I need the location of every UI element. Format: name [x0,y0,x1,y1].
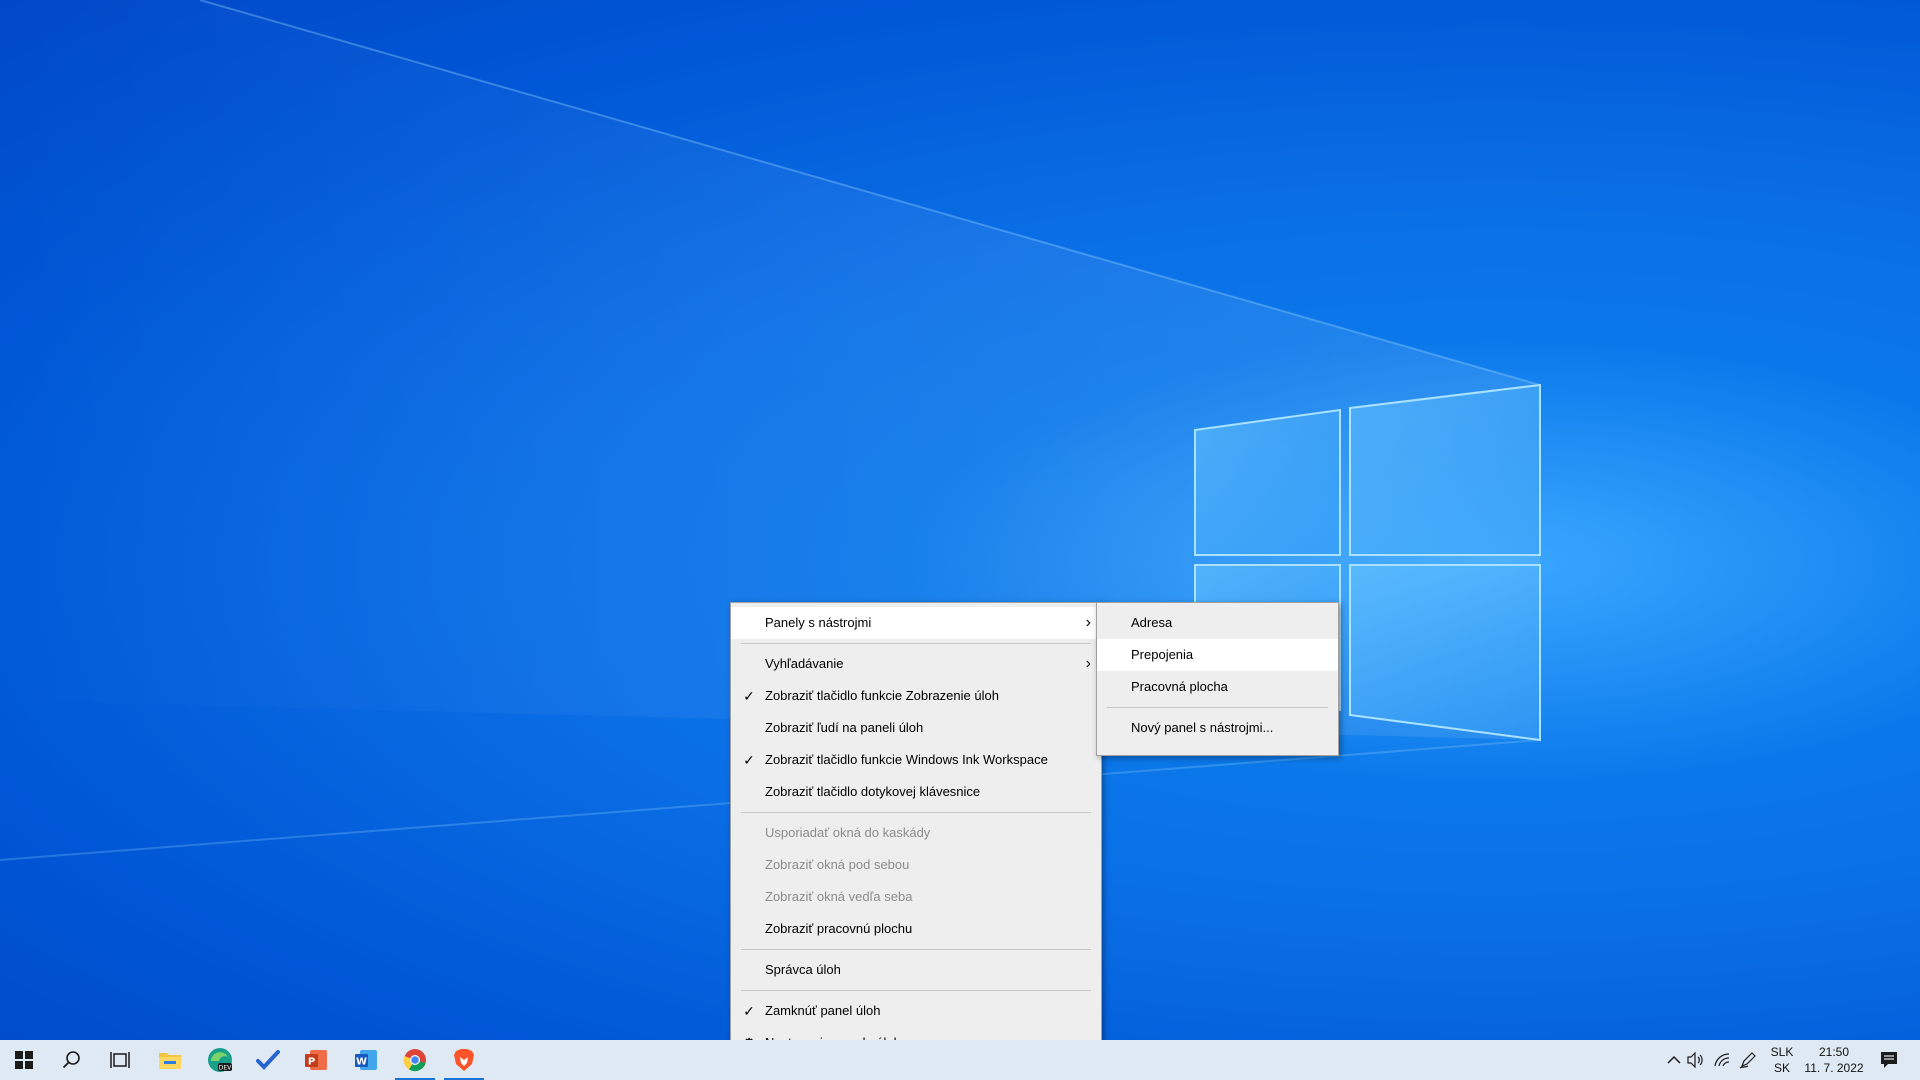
menu-item-stack-windows: Zobraziť okná pod sebou [731,849,1101,881]
checkmark-icon: ✓ [743,1003,755,1019]
volume-icon[interactable] [1684,1040,1708,1080]
taskbar-context-menu: Panely s nástrojmi › Vyhľadávanie › ✓ Zo… [730,602,1102,1070]
action-center-icon[interactable] [1874,1040,1904,1080]
input-language-indicator[interactable]: SLK SK [1766,1044,1798,1076]
edge-dev-icon[interactable]: DEV [196,1040,244,1080]
brave-icon[interactable] [440,1040,488,1080]
menu-item-task-manager[interactable]: Správca úloh [731,954,1101,986]
taskbar: DEV P W SLK SK 21:50 11. 7. 2022 [0,1040,1920,1080]
chevron-right-icon: › [1085,655,1091,672]
svg-text:DEV: DEV [219,1065,232,1072]
menu-item-search[interactable]: Vyhľadávanie › [731,648,1101,680]
menu-item-cascade-windows: Usporiadať okná do kaskády [731,817,1101,849]
menu-separator [1107,707,1328,708]
clock-date: 11. 7. 2022 [1804,1061,1864,1075]
submenu-item-new-toolbar[interactable]: Nový panel s nástrojmi... [1097,712,1338,744]
menu-item-label: Adresa [1131,615,1173,630]
menu-item-label: Zobraziť okná pod sebou [765,857,910,872]
search-icon[interactable] [48,1040,96,1080]
menu-item-label: Zobraziť tlačidlo funkcie Windows Ink Wo… [765,752,1048,767]
menu-item-toolbars[interactable]: Panely s nástrojmi › [731,607,1101,639]
menu-item-lock-taskbar[interactable]: ✓ Zamknúť panel úloh [731,995,1101,1027]
menu-item-label: Usporiadať okná do kaskády [765,825,931,840]
svg-text:P: P [308,1057,315,1068]
keyboard-layout: SK [1773,1061,1790,1075]
menu-item-show-task-view[interactable]: ✓ Zobraziť tlačidlo funkcie Zobrazenie ú… [731,680,1101,712]
clock-time: 21:50 [1818,1045,1850,1059]
windows-start-icon[interactable] [0,1040,48,1080]
chevron-right-icon: › [1085,614,1091,631]
menu-item-label: Panely s nástrojmi [765,615,872,630]
menu-item-label: Pracovná plocha [1131,679,1228,694]
menu-separator [741,990,1091,991]
menu-item-label: Prepojenia [1131,647,1194,662]
checkmark-icon: ✓ [743,752,755,768]
svg-text:W: W [356,1057,367,1068]
menu-item-label: Zobraziť ľudí na paneli úloh [765,720,924,735]
menu-item-label: Správca úloh [765,962,841,977]
menu-item-show-people[interactable]: Zobraziť ľudí na paneli úloh [731,712,1101,744]
chrome-icon[interactable] [391,1040,439,1080]
menu-item-label: Zobraziť pracovnú plochu [765,921,913,936]
submenu-item-links[interactable]: Prepojenia [1097,639,1338,671]
todo-icon[interactable] [244,1040,292,1080]
powerpoint-icon[interactable]: P [292,1040,340,1080]
menu-item-label: Nový panel s nástrojmi... [1131,720,1274,735]
menu-item-show-desktop[interactable]: Zobraziť pracovnú plochu [731,913,1101,945]
language-code: SLK [1770,1045,1794,1059]
submenu-item-desktop[interactable]: Pracovná plocha [1097,671,1338,703]
file-explorer-icon[interactable] [146,1040,194,1080]
clock[interactable]: 21:50 11. 7. 2022 [1800,1044,1868,1076]
menu-item-label: Zobraziť tlačidlo dotykovej klávesnice [765,784,981,799]
menu-item-show-touch-keyboard[interactable]: Zobraziť tlačidlo dotykovej klávesnice [731,776,1101,808]
menu-separator [741,643,1091,644]
toolbars-submenu: Adresa Prepojenia Pracovná plocha Nový p… [1096,602,1339,756]
menu-item-show-ink-workspace[interactable]: ✓ Zobraziť tlačidlo funkcie Windows Ink … [731,744,1101,776]
menu-item-label: Vyhľadávanie [765,656,844,671]
pen-ink-workspace-icon[interactable] [1736,1040,1760,1080]
chevron-up-icon[interactable] [1662,1040,1686,1080]
task-view-icon[interactable] [96,1040,144,1080]
menu-item-label: Zobraziť tlačidlo funkcie Zobrazenie úlo… [765,688,999,703]
word-icon[interactable]: W [342,1040,390,1080]
menu-separator [741,949,1091,950]
menu-item-label: Zamknúť panel úloh [765,1003,881,1018]
submenu-item-address[interactable]: Adresa [1097,607,1338,639]
menu-item-side-by-side-windows: Zobraziť okná vedľa seba [731,881,1101,913]
menu-separator [741,812,1091,813]
wifi-icon[interactable] [1710,1040,1734,1080]
checkmark-icon: ✓ [743,688,755,704]
menu-item-label: Zobraziť okná vedľa seba [765,889,913,904]
